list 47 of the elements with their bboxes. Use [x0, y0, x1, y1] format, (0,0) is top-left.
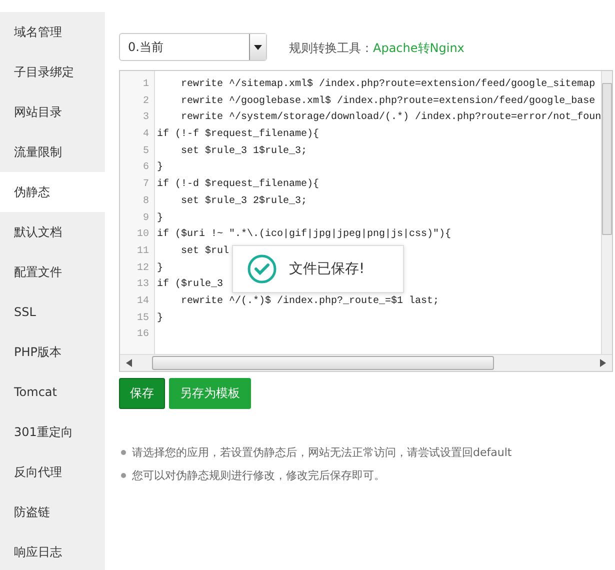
code-line: if (!-f $request_filename){	[157, 128, 320, 142]
line-number: 1	[142, 78, 150, 92]
line-number: 3	[142, 111, 150, 126]
toast-message: 文件已保存!	[289, 260, 365, 278]
line-number: 9	[142, 212, 150, 226]
note-text: 请选择您的应用，若设置伪静态后，网站无法正常访问，请尝试设置回default	[132, 445, 512, 460]
note-text: 您可以对伪静态规则进行修改，修改完后保存即可。	[132, 468, 385, 483]
line-number: 2	[142, 94, 150, 109]
horizontal-scrollbar[interactable]	[120, 354, 612, 371]
line-number: 10	[136, 228, 150, 242]
line-number: 6	[142, 161, 150, 176]
code-line: if ($rule_3	[157, 278, 224, 292]
line-number: 11	[136, 244, 150, 259]
line-number: 4	[142, 128, 150, 142]
vertical-scrollbar[interactable]	[601, 71, 612, 354]
line-number: 12	[136, 262, 150, 276]
check-icon	[247, 254, 277, 284]
line-number: 8	[142, 194, 150, 209]
code-line: }	[157, 312, 164, 326]
line-number: 16	[136, 328, 150, 342]
version-select[interactable]: 0.当前	[119, 33, 267, 61]
code-line: rewrite ^/system/storage/download/(.*) /index.php?route=error/not_foun	[180, 110, 601, 126]
code-line: if (!-d $request_filename){	[157, 178, 320, 192]
line-number: 14	[136, 294, 150, 309]
code-line: if ($uri !~ ".*\.(ico|gif|jpg|jpeg|png|js|css)"){	[157, 228, 452, 242]
code-line: }	[157, 160, 164, 176]
code-line: set $rule_3 2$rule_3;	[180, 194, 308, 209]
line-number: 13	[136, 278, 150, 292]
code-line: set $rul	[180, 244, 230, 259]
code-line: rewrite ^/sitemap.xml$ /index.php?route=extension/feed/google_sitemap	[180, 78, 596, 92]
line-number: 15	[136, 312, 150, 326]
caret-icon	[249, 34, 266, 60]
code-editor[interactable]	[119, 70, 613, 372]
bullet-icon	[121, 450, 126, 455]
sidebar-item[interactable]: 伪静态	[0, 172, 105, 212]
code-line: rewrite ^/(.*)$ /index.php?_route_=$1 last;	[180, 294, 440, 309]
code-line: rewrite ^/googlebase.xml$ /index.php?route=extension/feed/google_base	[180, 94, 596, 109]
code-line: set $rule_3 1$rule_3;	[180, 144, 308, 159]
save-button[interactable]: 保存	[119, 378, 165, 409]
right-arrow-icon[interactable]	[600, 359, 606, 367]
bullet-icon	[121, 473, 126, 478]
converter-label: 规则转换工具：	[289, 41, 373, 55]
code-line: }	[157, 212, 164, 226]
line-number: 5	[142, 144, 150, 159]
left-arrow-icon[interactable]	[126, 359, 132, 367]
code-line: }	[157, 262, 164, 276]
line-number: 7	[142, 178, 150, 192]
